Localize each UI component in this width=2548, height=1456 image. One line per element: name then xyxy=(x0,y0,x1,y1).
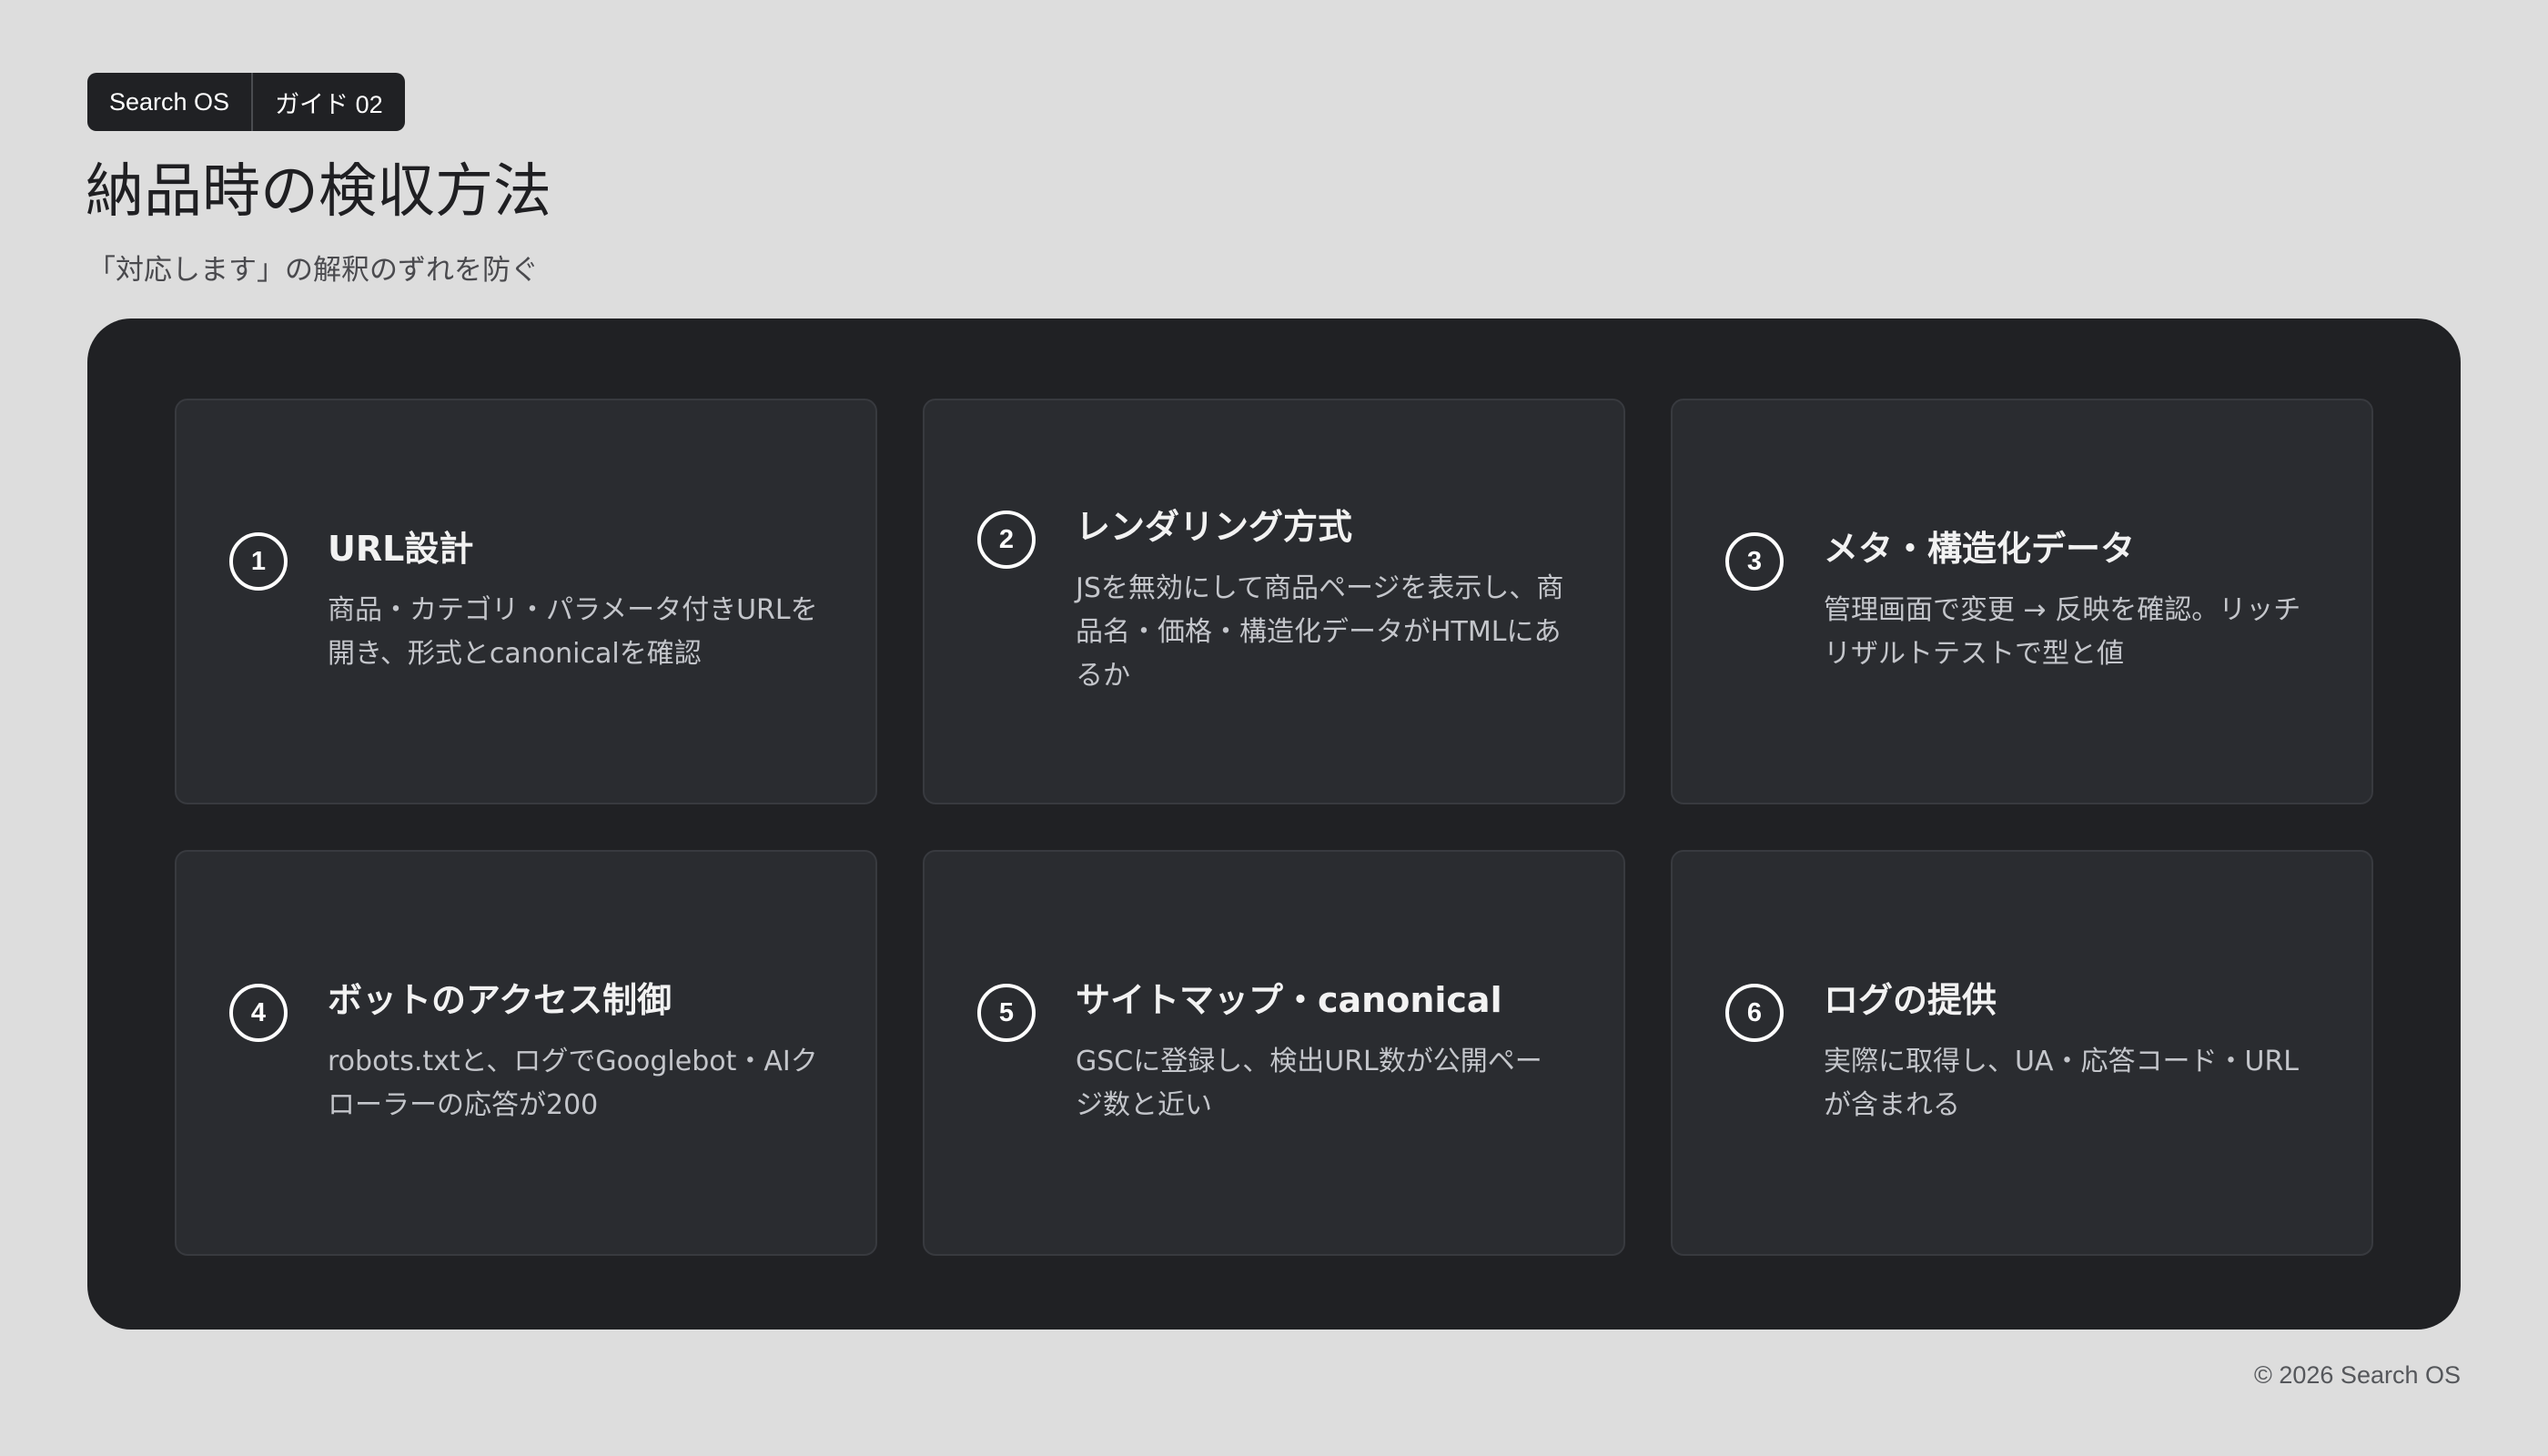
page-title: 納品時の検収方法 xyxy=(86,158,551,226)
step-number-badge: 4 xyxy=(229,984,288,1042)
check-card: 4 ボットのアクセス制御 robots.txtと、ログでGooglebot・AI… xyxy=(175,850,877,1256)
check-card-title: ログの提供 xyxy=(1824,980,1997,1020)
step-number-badge: 6 xyxy=(1725,984,1784,1042)
check-card-description: 実際に取得し、UA・応答コード・URLが含まれる xyxy=(1824,1046,2299,1121)
check-card-description: 商品・カテゴリ・パラメータ付きURLを開き、形式とcanonicalを確認 xyxy=(328,594,818,670)
check-card: 5 サイトマップ・canonical GSCに登録し、検出URL数が公開ページ数… xyxy=(923,850,1625,1256)
check-card-description: JSを無効にして商品ページを表示し、商品名・価格・構造化データがHTMLにあるか xyxy=(1076,572,1564,692)
check-card-content: 1 URL設計 商品・カテゴリ・パラメータ付きURLを開き、形式とcanonic… xyxy=(229,527,819,676)
step-number-badge: 1 xyxy=(229,532,288,591)
check-card-description: GSCに登録し、検出URL数が公開ページ数と近い xyxy=(1076,1046,1542,1121)
check-card: 3 メタ・構造化データ 管理画面で変更 → 反映を確認。リッチリザルトテストで型… xyxy=(1671,399,2373,804)
step-number-badge: 3 xyxy=(1725,532,1784,591)
check-card-text: ボットのアクセス制御 robots.txtと、ログでGooglebot・AIクロ… xyxy=(328,978,819,1127)
check-card-text: レンダリング方式 JSを無効にして商品ページを表示し、商品名・価格・構造化データ… xyxy=(1076,505,1567,698)
check-card-text: ログの提供 実際に取得し、UA・応答コード・URLが含まれる xyxy=(1824,978,2315,1127)
check-card-text: サイトマップ・canonical GSCに登録し、検出URL数が公開ページ数と近… xyxy=(1076,978,1567,1127)
brand-label: Search OS xyxy=(109,87,230,116)
check-card-content: 4 ボットのアクセス制御 robots.txtと、ログでGooglebot・AI… xyxy=(229,978,819,1127)
check-card-text: URL設計 商品・カテゴリ・パラメータ付きURLを開き、形式とcanonical… xyxy=(328,527,819,676)
check-card-content: 5 サイトマップ・canonical GSCに登録し、検出URL数が公開ページ数… xyxy=(977,978,1567,1127)
check-card-title: URL設計 xyxy=(328,529,474,569)
page-subtitle: 「対応します」の解釈のずれを防ぐ xyxy=(87,254,539,287)
check-card: 6 ログの提供 実際に取得し、UA・応答コード・URLが含まれる xyxy=(1671,850,2373,1256)
check-card: 1 URL設計 商品・カテゴリ・パラメータ付きURLを開き、形式とcanonic… xyxy=(175,399,877,804)
check-card-content: 2 レンダリング方式 JSを無効にして商品ページを表示し、商品名・価格・構造化デ… xyxy=(977,505,1567,698)
check-card-text: メタ・構造化データ 管理画面で変更 → 反映を確認。リッチリザルトテストで型と値 xyxy=(1824,527,2315,676)
breadcrumb-badge: Search OS ガイド 02 xyxy=(87,73,405,131)
check-card: 2 レンダリング方式 JSを無効にして商品ページを表示し、商品名・価格・構造化デ… xyxy=(923,399,1625,804)
check-card-title: レンダリング方式 xyxy=(1076,507,1353,547)
check-card-title: サイトマップ・canonical xyxy=(1076,980,1502,1020)
check-card-content: 6 ログの提供 実際に取得し、UA・応答コード・URLが含まれる xyxy=(1725,978,2315,1127)
check-card-title: メタ・構造化データ xyxy=(1824,529,2136,569)
footer-copyright: © 2026 Search OS xyxy=(2253,1361,2461,1389)
check-card-description: 管理画面で変更 → 反映を確認。リッチリザルトテストで型と値 xyxy=(1824,594,2301,670)
checklist-grid: 1 URL設計 商品・カテゴリ・パラメータ付きURLを開き、形式とcanonic… xyxy=(175,399,2373,1256)
checklist-panel: 1 URL設計 商品・カテゴリ・パラメータ付きURLを開き、形式とcanonic… xyxy=(87,318,2461,1330)
step-number-badge: 5 xyxy=(977,984,1036,1042)
check-card-title: ボットのアクセス制御 xyxy=(328,980,672,1020)
check-card-description: robots.txtと、ログでGooglebot・AIクローラーの応答が200 xyxy=(328,1046,818,1121)
check-card-content: 3 メタ・構造化データ 管理画面で変更 → 反映を確認。リッチリザルトテストで型… xyxy=(1725,527,2315,676)
guide-number-label: ガイド 02 xyxy=(251,73,405,131)
step-number-badge: 2 xyxy=(977,511,1036,569)
